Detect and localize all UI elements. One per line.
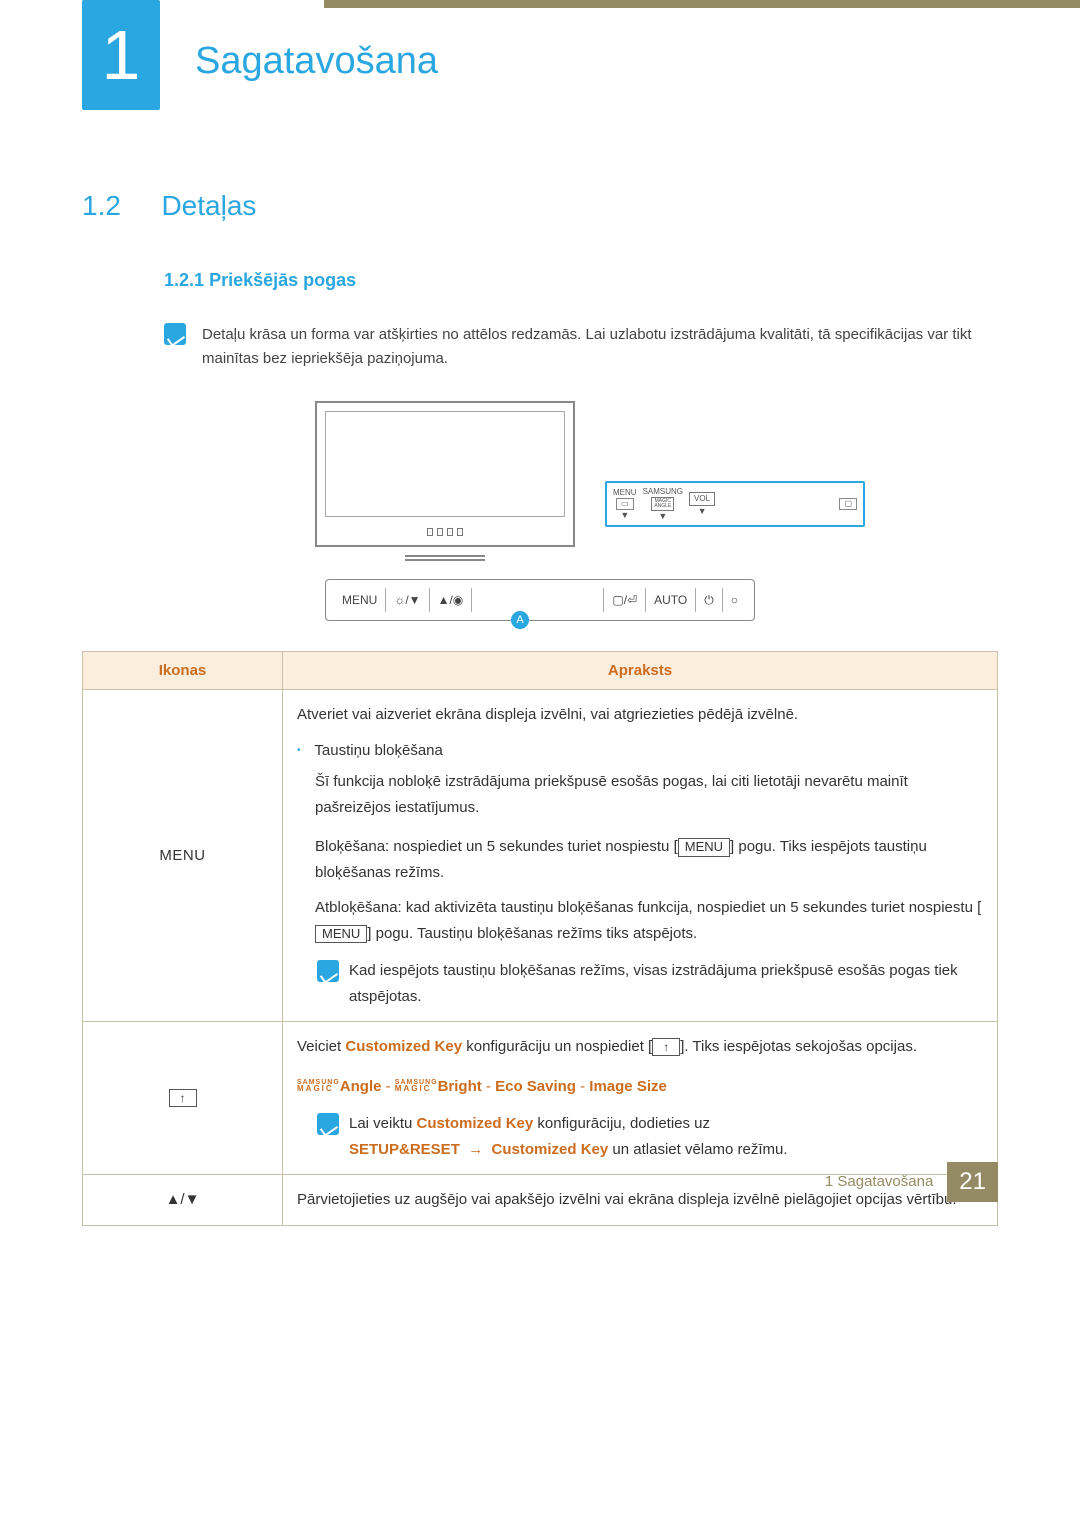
callout-vol: VOL ▼: [689, 492, 715, 516]
row1-unlock: Atbloķēšana: kad aktivizēta taustiņu blo…: [315, 895, 983, 946]
subsection-heading: 1.2.1 Priekšējās pogas: [164, 270, 998, 291]
callout-frame: ▢: [839, 498, 857, 510]
footer-page-number: 21: [947, 1162, 998, 1202]
row1-p1: Atveriet vai aizveriet ekrāna displeja i…: [297, 702, 983, 728]
row1-lock: Bloķēšana: nospiediet un 5 sekundes turi…: [315, 834, 983, 885]
up-icon: ↑: [652, 1038, 680, 1056]
th-desc: Apraksts: [283, 652, 998, 690]
icon-box: ▭: [616, 498, 634, 510]
desc-cell-custom: Veiciet Customized Key konfigurāciju un …: [283, 1022, 998, 1175]
strip-source: ▢/⏎: [604, 588, 646, 612]
table-row: MENU Atveriet vai aizveriet ekrāna displ…: [83, 690, 998, 1022]
page-footer: 1 Sagatavošana 21: [825, 1162, 998, 1202]
row2-p1: Veiciet Customized Key konfigurāciju un …: [297, 1034, 983, 1060]
row1-bullet-text: Šī funkcija nobloķē izstrādājuma priekšp…: [315, 769, 983, 820]
th-icons: Ikonas: [83, 652, 283, 690]
strip-custom: ☼/▼: [386, 588, 429, 612]
chapter-number: 1: [102, 15, 141, 95]
row2-note: Lai veiktu Customized Key konfigurāciju,…: [297, 1111, 983, 1162]
header-accent-bar: [324, 0, 1080, 8]
section-body: 1.2 Detaļas 1.2.1 Priekšējās pogas Detaļ…: [82, 190, 998, 1226]
ctrl-dot: ·: [457, 528, 463, 536]
menu-inline-button: MENU: [315, 925, 367, 944]
subsection-title: Priekšējās pogas: [209, 270, 356, 290]
callout-marker: A: [511, 611, 529, 629]
table-header-row: Ikonas Apraksts: [83, 652, 998, 690]
down-icon: ▼: [620, 511, 629, 520]
section-number: 1.2: [82, 190, 157, 222]
samsung-magic-logo: SAMSUNGMAGIC: [395, 1081, 438, 1091]
monitor-stand: [405, 555, 485, 561]
callout-menu: MENU ▭ ▼: [613, 489, 637, 520]
frame-icon: ▢: [839, 498, 857, 510]
icon-cell-custom: ↑: [83, 1022, 283, 1175]
ctrl-dot: ·: [437, 528, 443, 536]
down-icon: ▼: [658, 512, 667, 521]
chapter-title: Sagatavošana: [195, 40, 438, 83]
row2-options: SAMSUNGMAGICAngle - SAMSUNGMAGICBright -…: [297, 1074, 983, 1100]
row1-note: Kad iespējots taustiņu bloķēšanas režīms…: [297, 958, 983, 1009]
strip-menu: MENU: [334, 588, 386, 612]
note-icon: [317, 960, 339, 982]
icon-cell-menu: MENU: [83, 690, 283, 1022]
footer-label: 1 Sagatavošana: [825, 1173, 947, 1190]
callout-magic: SAMSUNG MAGIC ANGLE ▼: [643, 488, 683, 521]
monitor-outline: · · · ·: [315, 401, 575, 547]
intro-note: Detaļu krāsa un forma var atšķirties no …: [164, 323, 998, 371]
section-title: Detaļas: [161, 190, 256, 221]
up-icon: ↑: [169, 1089, 197, 1107]
strip-gap: [472, 588, 604, 612]
monitor-control-row: · · · ·: [427, 525, 533, 539]
intro-note-text: Detaļu krāsa un forma var atšķirties no …: [202, 323, 998, 371]
note-icon: [164, 323, 186, 345]
monitor-screen: [325, 411, 565, 517]
buttons-table: Ikonas Apraksts MENU Atveriet vai aizver…: [82, 651, 998, 1226]
strip-led: ○: [723, 588, 746, 612]
section-heading: 1.2 Detaļas: [82, 190, 998, 222]
icon-cell-updown: ▲/▼: [83, 1175, 283, 1226]
table-row: ↑ Veiciet Customized Key konfigurāciju u…: [83, 1022, 998, 1175]
row2-note-text: Lai veiktu Customized Key konfigurāciju,…: [349, 1111, 788, 1162]
front-button-strip: MENU ☼/▼ ▲/◉ ▢/⏎ AUTO ⏻ ○: [325, 579, 755, 621]
ctrl-dot: ·: [427, 528, 433, 536]
chapter-badge: 1: [82, 0, 160, 110]
magic-angle-box: MAGIC ANGLE: [651, 497, 674, 511]
strip-auto: AUTO: [646, 588, 696, 612]
down-icon: ▼: [698, 507, 707, 516]
subsection-number: 1.2.1: [164, 270, 204, 290]
row1-bullet: Taustiņu bloķēšana Šī funkcija nobloķē i…: [297, 738, 983, 821]
monitor-figure: · · · · A MENU ▭ ▼ SAMSUNG MAGIC ANGLE ▼: [215, 401, 865, 621]
strip-updown: ▲/◉: [430, 588, 473, 612]
callout-zoom: MENU ▭ ▼ SAMSUNG MAGIC ANGLE ▼ VOL ▼ ▢: [605, 481, 865, 527]
strip-power: ⏻: [696, 588, 723, 612]
ctrl-dot: ·: [447, 528, 453, 536]
menu-inline-button: MENU: [678, 838, 730, 857]
note-icon: [317, 1113, 339, 1135]
row1-note-text: Kad iespējots taustiņu bloķēšanas režīms…: [349, 958, 983, 1009]
samsung-magic-logo: SAMSUNGMAGIC: [297, 1081, 340, 1091]
desc-cell-menu: Atveriet vai aizveriet ekrāna displeja i…: [283, 690, 998, 1022]
